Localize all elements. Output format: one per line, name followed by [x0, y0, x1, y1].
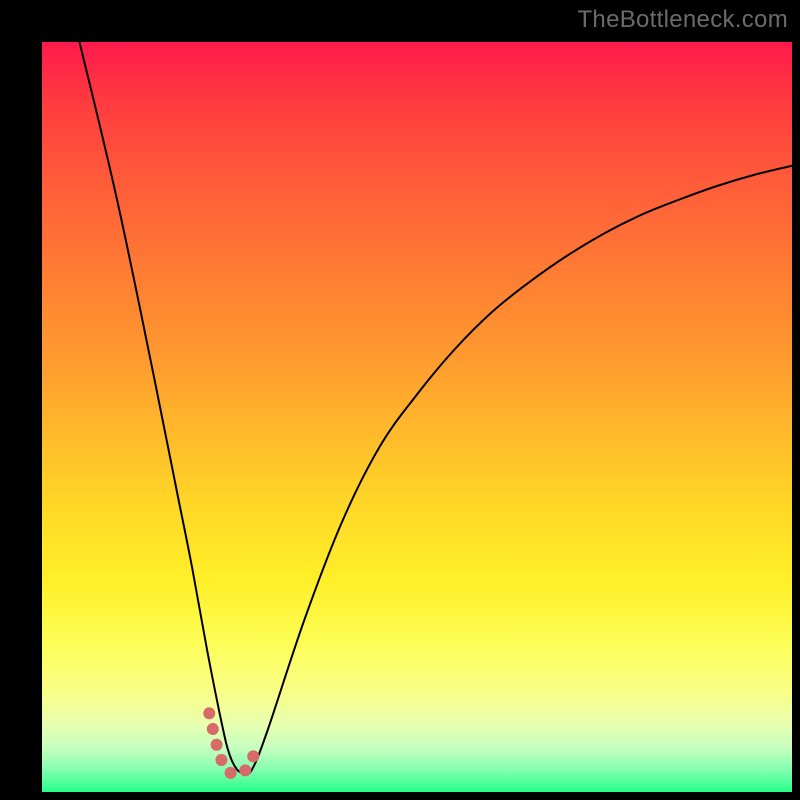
bottleneck-curve — [80, 42, 793, 774]
chart-frame: TheBottleneck.com — [0, 0, 800, 800]
chart-svg — [42, 42, 792, 792]
plot-area — [42, 42, 792, 792]
watermark-text: TheBottleneck.com — [577, 6, 788, 34]
